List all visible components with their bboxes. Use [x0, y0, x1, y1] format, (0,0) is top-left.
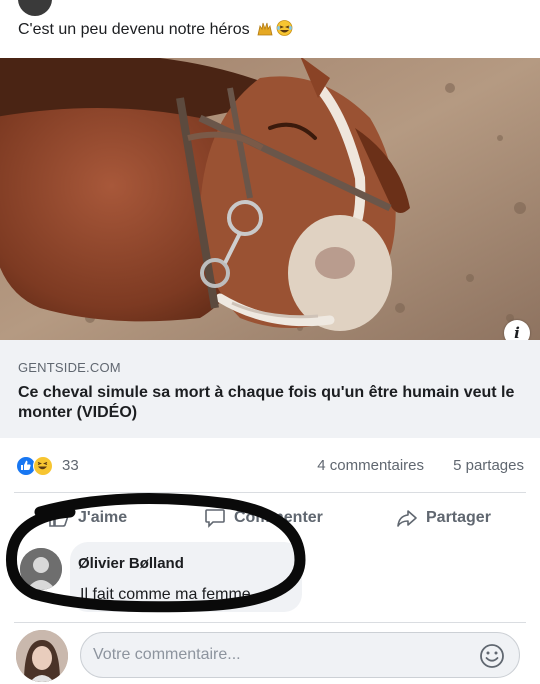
share-button[interactable]: Partager: [396, 500, 491, 536]
comments-count[interactable]: 4 commentaires: [317, 457, 424, 474]
info-icon[interactable]: i: [504, 320, 530, 340]
reactions-summary: 33 4 commentaires 5 partages: [0, 450, 540, 482]
link-preview-image[interactable]: i: [0, 58, 540, 340]
thumbs-up-icon: [49, 508, 69, 527]
comment-text: Il fait comme ma femme: [80, 586, 251, 603]
share-icon: [397, 510, 417, 527]
commenter-avatar[interactable]: [20, 548, 62, 590]
laughing-emoji-icon: [276, 20, 293, 36]
horse-photo: [0, 58, 540, 340]
post-caption: C'est un peu devenu notre héros: [18, 20, 293, 40]
like-label: J'aime: [78, 509, 128, 526]
comment-composer: [0, 624, 540, 684]
smiley-icon[interactable]: [478, 642, 506, 670]
post-actions: J'aime Commenter Partager: [0, 500, 540, 536]
shares-count[interactable]: 5 partages: [453, 457, 524, 474]
comment-input[interactable]: [80, 632, 520, 678]
comment-item: Ølivier Bølland Il fait comme ma femme: [0, 540, 540, 618]
user-avatar[interactable]: [16, 630, 68, 682]
like-button[interactable]: J'aime: [48, 500, 127, 536]
link-title[interactable]: Ce cheval simule sa mort à chaque fois q…: [18, 383, 523, 423]
raising-hands-emoji-icon: [257, 22, 273, 36]
caption-emojis: [256, 20, 293, 40]
link-preview[interactable]: GENTSIDE.COM Ce cheval simule sa mort à …: [0, 340, 540, 438]
comment-icon: [205, 509, 225, 528]
comment-label: Commenter: [234, 509, 323, 526]
haha-icon: [33, 456, 53, 476]
share-label: Partager: [426, 509, 491, 526]
reaction-count[interactable]: 33: [62, 457, 79, 474]
post-caption-text: C'est un peu devenu notre héros: [18, 21, 250, 38]
reaction-icons[interactable]: [16, 456, 56, 476]
comment-button[interactable]: Commenter: [204, 500, 323, 536]
poster-avatar[interactable]: [18, 0, 52, 16]
divider: [14, 622, 526, 623]
comment-author[interactable]: Ølivier Bølland: [78, 555, 184, 572]
link-domain: GENTSIDE.COM: [18, 360, 121, 375]
divider: [14, 492, 526, 493]
